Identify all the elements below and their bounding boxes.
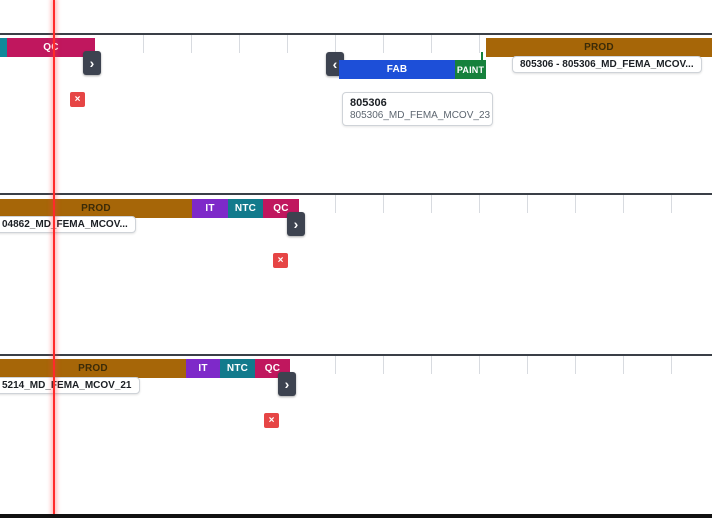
lane-1-order-label[interactable]: 805306 - 805306_MD_FEMA_MCOV... [512,56,702,73]
horizontal-scrollbar[interactable] [0,514,712,518]
tick [143,35,144,53]
tick [431,195,432,213]
lane-1-qc-segment[interactable]: QC [7,38,95,57]
lane-1-teal-segment[interactable] [0,38,7,57]
tick [479,195,480,213]
tick [671,195,672,213]
tick [479,35,480,53]
current-time-indicator [53,0,55,518]
tick [335,35,336,53]
tick [671,356,672,374]
tick [383,356,384,374]
lane-1-fab-segment[interactable]: FAB [339,60,455,79]
tick [527,356,528,374]
lane-1-next-button[interactable]: › [83,51,101,75]
lane-3-order-label[interactable]: 5214_MD_FEMA_MCOV_21 [0,377,140,394]
lane-2-it-segment[interactable]: IT [192,199,228,218]
order-card-subtitle: 805306_MD_FEMA_MCOV_23 [350,110,491,121]
tick [431,356,432,374]
tick [527,195,528,213]
lane-1-paint-segment[interactable]: PAINT [455,60,486,79]
tick [383,35,384,53]
tick [575,356,576,374]
lane-2-top-border [0,193,712,195]
tick [623,195,624,213]
tick [431,35,432,53]
lane-3-prod-segment[interactable]: PROD [0,359,186,378]
lane-1-prod-segment[interactable]: PROD [486,38,712,57]
tick [239,35,240,53]
lane-3-remove-button[interactable]: × [264,413,279,428]
tick [575,195,576,213]
lane-1-top-border [0,33,712,35]
tick [287,35,288,53]
lane-2-order-label[interactable]: 04862_MD_FEMA_MCOV... [0,216,136,233]
tick [335,356,336,374]
tick [479,356,480,374]
lane-1-remove-button[interactable]: × [70,92,85,107]
tick [623,356,624,374]
lane-3-top-border [0,354,712,356]
lane-3-next-button[interactable]: › [278,372,296,396]
lane-1-marker [481,52,483,60]
tick [191,35,192,53]
order-card-title: 805306 [350,97,387,109]
lane-3-it-segment[interactable]: IT [186,359,220,378]
lane-2-remove-button[interactable]: × [273,253,288,268]
lane-2-next-button[interactable]: › [287,212,305,236]
lane-1-order-card[interactable]: 805306 805306_MD_FEMA_MCOV_23 [342,92,493,126]
tick [335,195,336,213]
tick [383,195,384,213]
lane-2-ntc-segment[interactable]: NTC [228,199,263,218]
lane-3-ntc-segment[interactable]: NTC [220,359,255,378]
